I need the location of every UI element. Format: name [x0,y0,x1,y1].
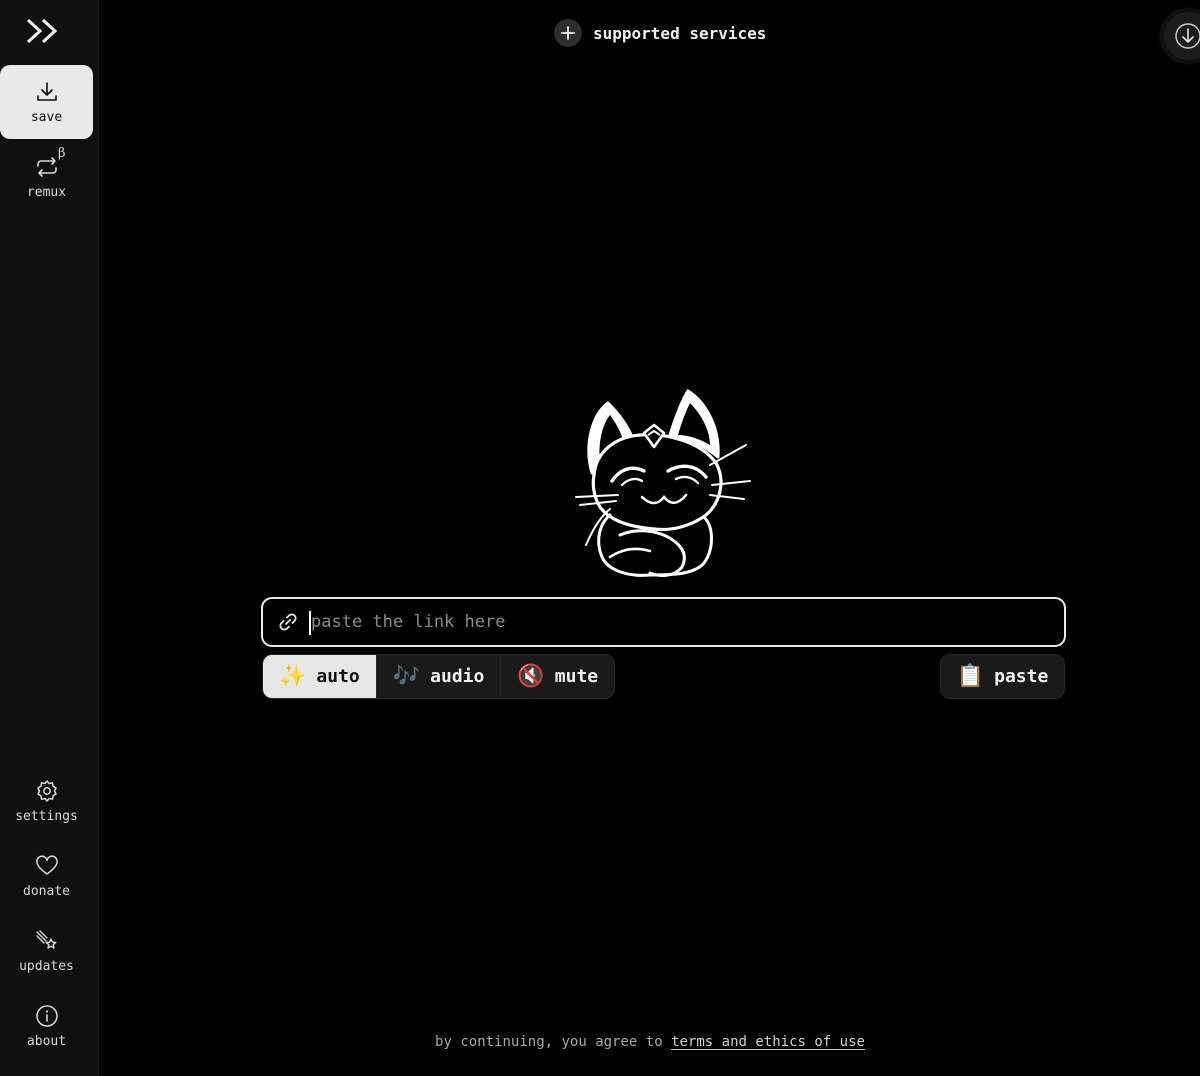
beta-badge: β [58,146,66,161]
link-input[interactable] [299,599,1064,645]
sidebar-item-label: settings [15,809,78,824]
info-icon [35,1005,58,1027]
text-caret [309,611,311,635]
corner-download-button[interactable] [1164,12,1200,60]
sparkles-icon: ✨ [279,663,307,689]
sidebar-item-label: save [30,110,63,125]
sidebar: save remux β settings donate updates abo… [0,0,99,1076]
sidebar-item-label: about [26,1034,67,1049]
sidebar-item-updates[interactable]: updates [0,914,93,988]
sidebar-item-settings[interactable]: settings [0,764,93,838]
sidebar-item-label: remux [26,185,67,200]
comet-icon [35,930,56,949]
music-notes-icon: 🎶 [392,663,421,689]
link-input-container [261,597,1066,647]
sidebar-item-about[interactable]: about [0,989,93,1063]
muted-speaker-icon: 🔇 [517,663,545,689]
cat-mascot-illustration [575,389,751,577]
mode-label: mute [554,666,599,687]
download-mode-switcher: ✨ auto 🎶 audio 🔇 mute [262,654,616,699]
plus-icon [554,19,582,47]
cobalt-logo[interactable] [26,16,60,46]
sidebar-item-donate[interactable]: donate [0,839,93,913]
heart-icon [35,855,58,875]
mode-label: auto [316,666,360,687]
sidebar-item-remux[interactable]: remux [0,140,93,214]
mode-label: audio [430,666,485,687]
paste-button[interactable]: 📋 paste [940,654,1065,699]
paste-label: paste [994,666,1049,687]
repeat-icon [36,157,57,177]
terms-footer: by continuing, you agree to terms and et… [100,1034,1200,1050]
sidebar-item-save[interactable]: save [0,65,93,139]
gear-icon [36,780,57,802]
mode-audio-button[interactable]: 🎶 audio [377,655,502,698]
terms-notice-text: by continuing, you agree to [435,1034,672,1050]
download-icon [36,82,57,101]
mode-auto-button[interactable]: ✨ auto [263,655,377,698]
clipboard-icon: 📋 [956,663,985,689]
sidebar-item-label: updates [19,959,74,974]
mode-mute-button[interactable]: 🔇 mute [501,655,614,698]
arrow-down-icon [1175,23,1200,49]
supported-services-label: supported services [593,23,767,43]
link-icon [279,613,297,631]
sidebar-item-label: donate [23,884,70,899]
supported-services-button[interactable]: supported services [554,19,766,47]
terms-link[interactable]: terms and ethics of use [671,1034,865,1050]
